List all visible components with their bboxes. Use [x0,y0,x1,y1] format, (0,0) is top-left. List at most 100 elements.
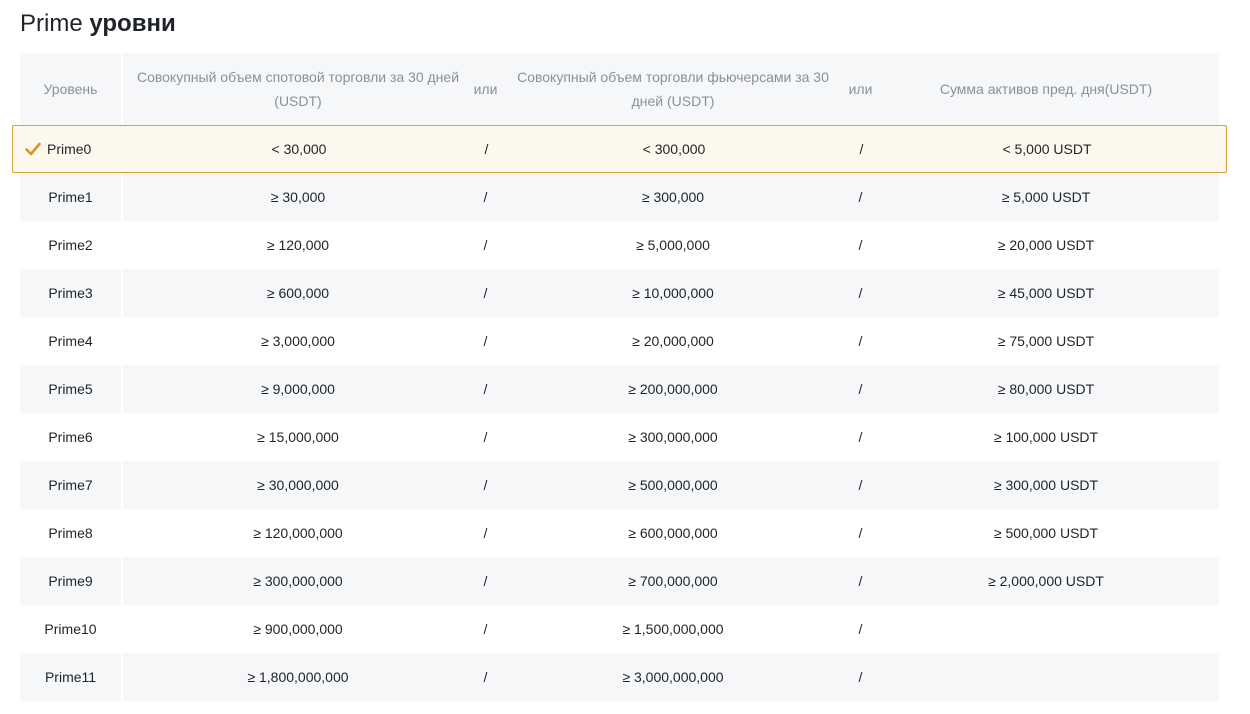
futures-volume-cell: < 300,000 [642,141,706,157]
level-label: Prime4 [48,333,93,349]
level-label: Prime1 [48,189,93,205]
level-label: Prime7 [48,477,93,493]
assets-cell: ≥ 5,000 USDT [1001,189,1091,205]
or-separator-cell: / [858,429,863,445]
or-separator-cell: / [483,189,488,205]
or-separator-cell: / [858,237,863,253]
spot-volume-cell: ≥ 1,800,000,000 [247,669,349,685]
assets-cell: ≥ 100,000 USDT [993,429,1099,445]
header-or: или [848,81,873,97]
futures-volume-cell: ≥ 1,500,000,000 [622,621,724,637]
header-level: Уровень [43,81,98,97]
level-label: Prime2 [48,237,93,253]
or-separator-cell: / [858,381,863,397]
futures-volume-cell: ≥ 200,000,000 [628,381,718,397]
header-futures-volume: Совокупный объем торговли фьючерсами за … [517,69,829,109]
table-row: Prime8 ≥ 120,000,000 / ≥ 600,000,000 / ≥ 500,… [20,509,1219,557]
or-separator-cell: / [483,429,488,445]
level-label: Prime5 [48,381,93,397]
table-body: Prime0 < 30,000 / < 300,000 / < 5,000 USDT Pri… [12,125,1227,701]
table-row: Prime2 ≥ 120,000 / ≥ 5,000,000 / ≥ 20,000 USD… [20,221,1219,269]
spot-volume-cell: ≥ 600,000 [266,285,330,301]
spot-volume-cell: ≥ 15,000,000 [257,429,339,445]
level-label: Prime0 [47,141,92,157]
table-header: Уровень Совокупный объем спотовой торгов… [20,53,1219,125]
check-icon [25,142,41,156]
spot-volume-cell: ≥ 30,000,000 [257,477,339,493]
table-row-current: Prime0 < 30,000 / < 300,000 / < 5,000 USDT [12,125,1227,173]
level-label: Prime11 [44,669,97,685]
futures-volume-cell: ≥ 3,000,000,000 [622,669,724,685]
futures-volume-cell: ≥ 10,000,000 [632,285,714,301]
assets-cell [873,653,1219,701]
assets-cell [873,605,1219,653]
spot-volume-cell: ≥ 9,000,000 [261,381,335,397]
futures-volume-cell: ≥ 300,000,000 [628,429,718,445]
table-row: Prime4 ≥ 3,000,000 / ≥ 20,000,000 / ≥ 75,000 … [20,317,1219,365]
or-separator-cell: / [483,285,488,301]
header-or: или [473,81,498,97]
header-assets: Сумма активов пред. дня(USDT) [939,81,1153,97]
spot-volume-cell: ≥ 300,000,000 [253,573,343,589]
level-label: Prime3 [48,285,93,301]
level-label: Prime10 [44,621,97,637]
or-separator-cell: / [858,477,863,493]
level-cell: Prime2 [20,221,121,269]
or-separator-cell: / [483,573,488,589]
level-label: Prime8 [48,525,93,541]
assets-cell: ≥ 80,000 USDT [997,381,1095,397]
table-row: Prime1 ≥ 30,000 / ≥ 300,000 / ≥ 5,000 USDT [20,173,1219,221]
header-spot-volume: Совокупный объем спотовой торговли за 30… [136,69,460,109]
level-cell: Prime0 [13,126,122,172]
or-separator-cell: / [483,669,488,685]
futures-volume-cell: ≥ 20,000,000 [632,333,714,349]
page-title-prefix: Prime [20,10,83,37]
level-cell: Prime10 [20,605,121,653]
or-separator-cell: / [858,573,863,589]
or-separator-cell: / [858,621,863,637]
or-separator-cell: / [484,141,489,157]
assets-cell: < 5,000 USDT [1002,141,1092,157]
or-separator-cell: / [483,621,488,637]
futures-volume-cell: ≥ 300,000 [641,189,705,205]
spot-volume-cell: ≥ 30,000 [270,189,326,205]
table-row: Prime11 ≥ 1,800,000,000 / ≥ 3,000,000,000 / [20,653,1219,701]
spot-volume-cell: ≥ 3,000,000 [261,333,335,349]
level-cell: Prime8 [20,509,121,557]
or-separator-cell: / [858,285,863,301]
table-row: Prime5 ≥ 9,000,000 / ≥ 200,000,000 / ≥ 80,000… [20,365,1219,413]
page-title: Prime уровни [20,8,176,40]
or-separator-cell: / [858,525,863,541]
spot-volume-cell: ≥ 120,000 [266,237,330,253]
level-cell: Prime6 [20,413,121,461]
futures-volume-cell: ≥ 600,000,000 [628,525,718,541]
spot-volume-cell: ≥ 900,000,000 [253,621,343,637]
futures-volume-cell: ≥ 500,000,000 [628,477,718,493]
or-separator-cell: / [483,237,488,253]
level-label: Prime9 [48,573,93,589]
or-separator-cell: / [858,669,863,685]
level-cell: Prime11 [20,653,121,701]
level-cell: Prime4 [20,317,121,365]
level-label: Prime6 [48,429,93,445]
level-cell: Prime1 [20,173,121,221]
or-separator-cell: / [858,333,863,349]
level-cell: Prime3 [20,269,121,317]
prime-levels-table: Уровень Совокупный объем спотовой торгов… [12,53,1227,701]
level-cell: Prime9 [20,557,121,605]
or-separator-cell: / [483,477,488,493]
assets-cell: ≥ 500,000 USDT [993,525,1099,541]
futures-volume-cell: ≥ 5,000,000 [636,237,710,253]
assets-cell: ≥ 300,000 USDT [993,477,1099,493]
assets-cell: ≥ 20,000 USDT [997,237,1095,253]
table-row: Prime3 ≥ 600,000 / ≥ 10,000,000 / ≥ 45,000 US… [20,269,1219,317]
or-separator-cell: / [483,381,488,397]
or-separator-cell: / [483,333,488,349]
table-row: Prime7 ≥ 30,000,000 / ≥ 500,000,000 / ≥ 300,0… [20,461,1219,509]
page-title-suffix: уровни [89,10,176,37]
table-row: Prime9 ≥ 300,000,000 / ≥ 700,000,000 / ≥ 2,00… [20,557,1219,605]
spot-volume-cell: < 30,000 [271,141,327,157]
spot-volume-cell: ≥ 120,000,000 [253,525,343,541]
assets-cell: ≥ 45,000 USDT [997,285,1095,301]
or-separator-cell: / [483,525,488,541]
